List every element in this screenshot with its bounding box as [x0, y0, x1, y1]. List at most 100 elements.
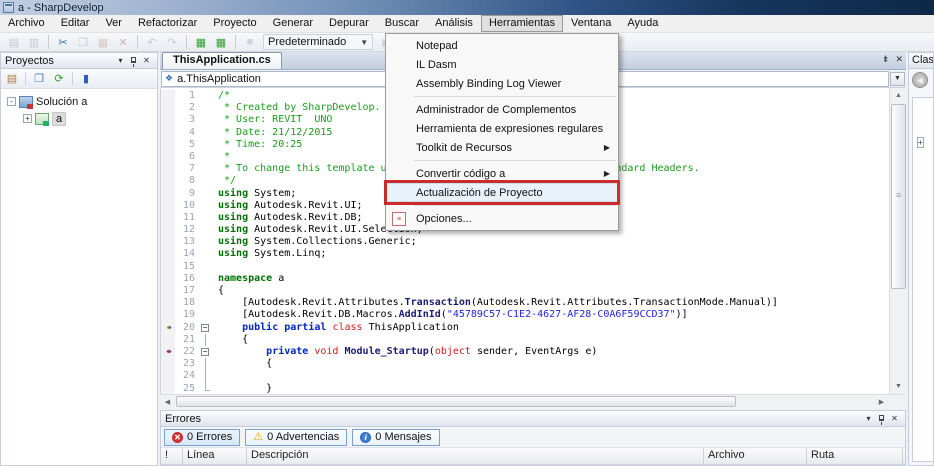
tree-expander-plus-icon[interactable]: + [23, 114, 32, 123]
sharpdevelop-window: a - SharpDevelop ArchivoEditarVerRefacto… [0, 0, 934, 466]
projects-panel: Proyectos ▾ ✕ ▤❐⟳▮ -Solución a+a [0, 52, 158, 466]
pin-icon[interactable] [127, 56, 140, 65]
line-number: 6 [175, 151, 199, 163]
toolbar-separator [186, 35, 187, 49]
filter-button-advertencias[interactable]: ⚠0 Advertencias [245, 429, 347, 446]
fold-margin [199, 309, 212, 321]
panel-menu-icon[interactable]: ▾ [862, 414, 875, 423]
scroll-left-icon[interactable]: ◀ [160, 395, 175, 408]
menu-herramientas[interactable]: Herramientas [481, 15, 563, 32]
menu-ver[interactable]: Ver [97, 15, 130, 32]
code-text: using System.Linq; [212, 248, 326, 260]
menu-refactorizar[interactable]: Refactorizar [130, 15, 205, 32]
menu-item-assembly-binding-log-viewer[interactable]: Assembly Binding Log Viewer [386, 74, 618, 93]
menu-item-il-dasm[interactable]: IL Dasm [386, 55, 618, 74]
scroll-right-icon[interactable]: ▶ [874, 395, 889, 408]
build-solution-icon[interactable]: ▦ [192, 34, 210, 50]
line-number: 4 [175, 127, 199, 139]
scroll-up-icon[interactable]: ▲ [891, 88, 906, 103]
tab-close-icon[interactable]: ✕ [895, 54, 903, 65]
close-icon[interactable]: ✕ [888, 414, 901, 423]
refresh-icon[interactable]: ⟳ [50, 71, 68, 87]
fold-margin [199, 188, 212, 200]
copy-icon[interactable]: ❐ [30, 71, 48, 87]
fold-margin [199, 175, 212, 187]
code-text: } [212, 383, 272, 395]
code-line-16: 16namespace a [161, 273, 889, 285]
menu-ventana[interactable]: Ventana [563, 15, 619, 32]
fold-collapse-icon[interactable]: − [199, 322, 212, 334]
line-number: 9 [175, 188, 199, 200]
menu-item-label: Administrador de Complementos [416, 104, 576, 116]
menu-item-opciones[interactable]: ≡Opciones... [386, 209, 618, 228]
menu-archivo[interactable]: Archivo [0, 15, 53, 32]
cut-icon[interactable]: ✂ [54, 34, 72, 50]
code-text: * [212, 151, 230, 163]
scrollbar-thumb[interactable] [176, 396, 736, 407]
column-header-ruta[interactable]: Ruta [807, 448, 903, 464]
book-icon[interactable]: ▮ [77, 71, 95, 87]
menu-item-actualizacion-de-proyecto[interactable]: Actualización de Proyecto [386, 183, 618, 202]
tree-expander-plus-icon[interactable]: + [917, 137, 924, 148]
scrollbar-thumb[interactable] [891, 104, 906, 289]
code-line-18: 18 [Autodesk.Revit.Attributes.Transactio… [161, 297, 889, 309]
sharpdevelop-app-icon [3, 2, 14, 13]
fold-margin [199, 236, 212, 248]
scroll-down-icon[interactable]: ▼ [891, 379, 906, 394]
filter-button-errores[interactable]: ✕0 Errores [164, 429, 240, 446]
menu-ayuda[interactable]: Ayuda [619, 15, 666, 32]
code-text: [Autodesk.Revit.Attributes.Transaction(A… [212, 297, 778, 309]
column-header-![interactable]: ! [161, 448, 183, 464]
fold-margin [199, 370, 212, 382]
menu-item-notepad[interactable]: Notepad [386, 36, 618, 55]
menu-item-herramienta-de-expresiones-regulares[interactable]: Herramienta de expresiones regulares [386, 119, 618, 138]
tree-item-a[interactable]: +a [1, 110, 157, 127]
filter-button-mensajes[interactable]: i0 Mensajes [352, 429, 439, 446]
code-line-17: 17{ [161, 285, 889, 297]
tab-list-icon[interactable]: ⇟ [882, 54, 890, 65]
fold-collapse-icon[interactable]: − [199, 346, 212, 358]
toolbar-separator [25, 72, 26, 85]
fold-margin [199, 212, 212, 224]
menu-depurar[interactable]: Depurar [321, 15, 377, 32]
line-number: 20 [175, 322, 199, 334]
pin-icon[interactable] [875, 414, 888, 423]
menu-generar[interactable]: Generar [265, 15, 321, 32]
toolbar-separator [235, 35, 236, 49]
menu-item-label: Actualización de Proyecto [416, 187, 543, 199]
close-icon[interactable]: ✕ [140, 56, 153, 65]
tree-item-soluciona[interactable]: -Solución a [1, 93, 157, 110]
code-text: { [212, 285, 224, 297]
back-arrow-icon[interactable]: ◀ [912, 72, 928, 88]
gutter [161, 102, 175, 114]
class-navigator-value: a.ThisApplication [177, 73, 261, 85]
code-text: { [212, 334, 248, 346]
panel-menu-icon[interactable]: ▾ [114, 56, 127, 65]
menu-item-convertir-codigo-a[interactable]: Convertir código a▶ [386, 164, 618, 183]
gutter [161, 309, 175, 321]
fold-margin [199, 297, 212, 309]
menu-editar[interactable]: Editar [53, 15, 98, 32]
tree-expander-minus-icon[interactable]: - [7, 97, 16, 106]
menu-item-administrador-de-complementos[interactable]: Administrador de Complementos [386, 100, 618, 119]
column-header-descripcion[interactable]: Descripción [247, 448, 704, 464]
menu-buscar[interactable]: Buscar [377, 15, 427, 32]
class-navigator-dropdown-icon[interactable]: ▼ [890, 72, 905, 86]
column-header-linea[interactable]: Línea [183, 448, 247, 464]
column-header-archivo[interactable]: Archivo [704, 448, 807, 464]
menu-proyecto[interactable]: Proyecto [205, 15, 264, 32]
tab-thisapplication[interactable]: ThisApplication.cs [162, 52, 282, 69]
menu-analisis[interactable]: Análisis [427, 15, 481, 32]
editor-vertical-scrollbar[interactable]: ▲ ▼ [889, 88, 906, 394]
editor-horizontal-scrollbar[interactable]: ◀ ▶ [160, 394, 906, 408]
build-project-icon[interactable]: ▦ [212, 34, 230, 50]
code-text: { [212, 358, 272, 370]
code-line-13: 13using System.Collections.Generic; [161, 236, 889, 248]
code-line-20: ◆◆20− public partial class ThisApplicati… [161, 322, 889, 334]
fold-margin [199, 358, 212, 370]
combo-value: Predeterminado [268, 36, 346, 48]
properties-icon[interactable]: ▤ [3, 71, 21, 87]
line-number: 13 [175, 236, 199, 248]
menu-item-toolkit-de-recursos[interactable]: Toolkit de Recursos▶ [386, 138, 618, 157]
build-configuration-combo[interactable]: Predeterminado▼ [263, 34, 373, 50]
